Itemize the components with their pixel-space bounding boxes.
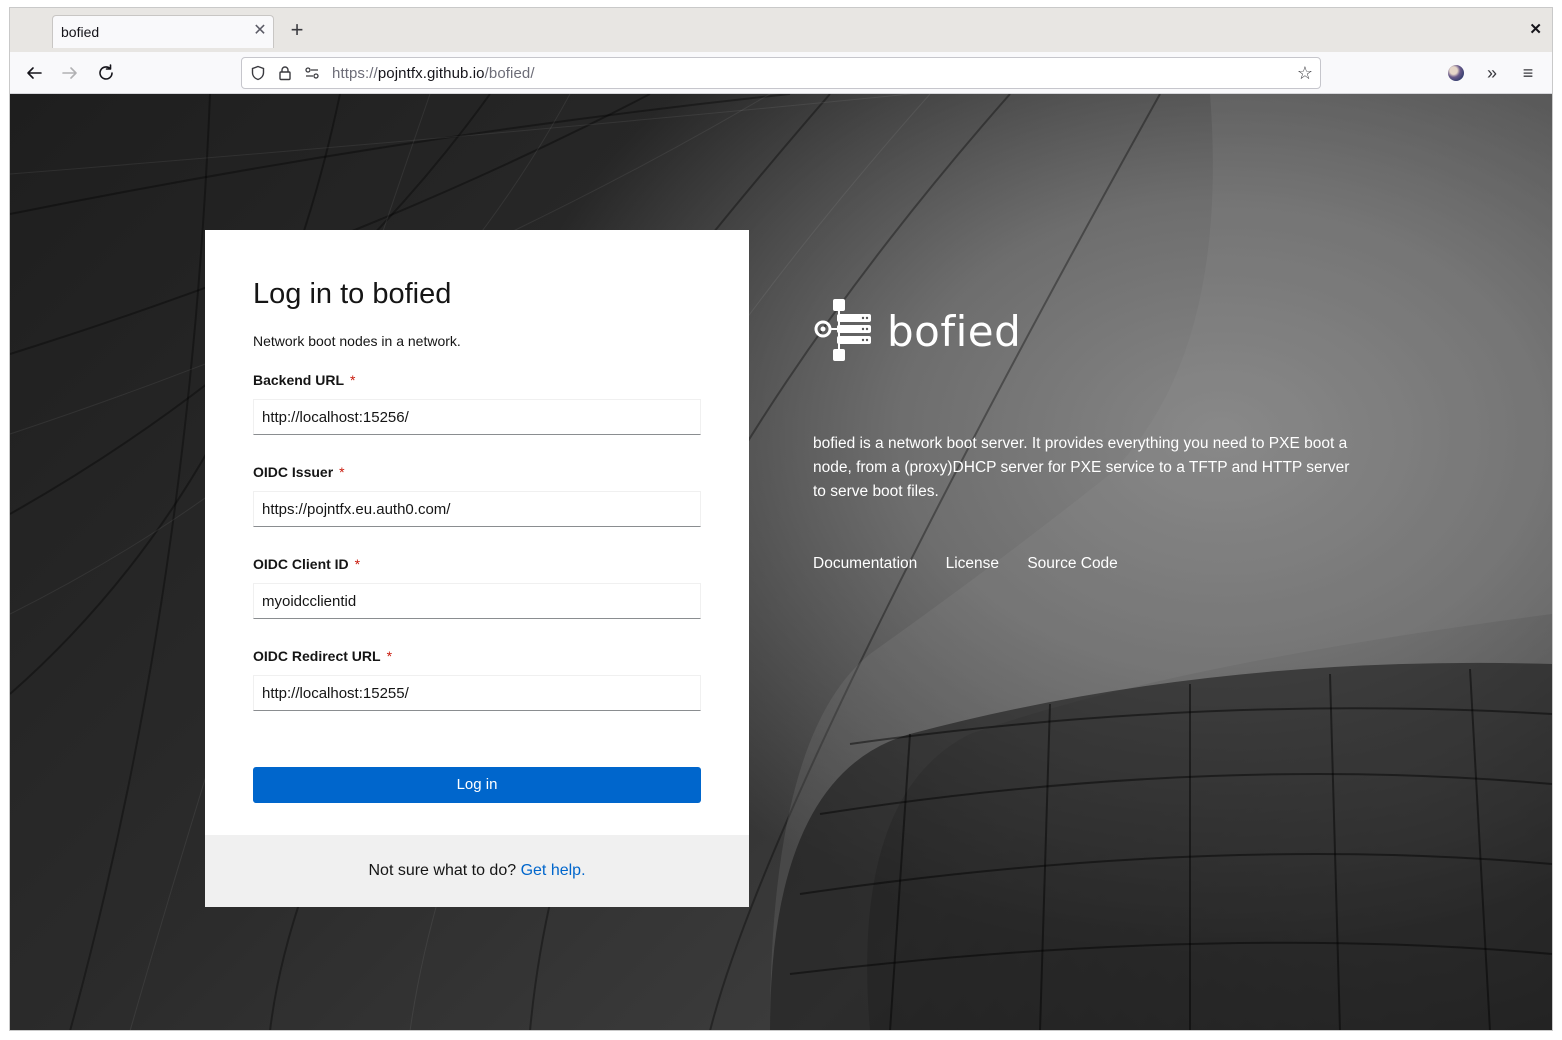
- account-avatar[interactable]: [1448, 65, 1464, 81]
- footer-links: Documentation License Source Code: [813, 555, 1142, 573]
- backend-url-label: Backend URL *: [253, 372, 355, 388]
- new-tab-icon[interactable]: +: [286, 19, 308, 41]
- url-text: https://pojntfx.github.io/bofied/: [332, 65, 535, 82]
- oidc-client-id-label-text: OIDC Client ID: [253, 556, 349, 572]
- backend-url-label-text: Backend URL: [253, 372, 345, 388]
- oidc-redirect-url-label: OIDC Redirect URL *: [253, 648, 392, 664]
- lock-icon[interactable]: [277, 65, 293, 81]
- oidc-redirect-url-label-text: OIDC Redirect URL: [253, 648, 381, 664]
- navigation-bar: https://pojntfx.github.io/bofied/ ☆ » ≡: [10, 52, 1552, 94]
- forward-arrow-icon[interactable]: [58, 61, 82, 85]
- url-scheme: https://: [332, 65, 378, 82]
- url-bar[interactable]: https://pojntfx.github.io/bofied/ ☆: [241, 57, 1321, 89]
- oidc-client-id-label: OIDC Client ID *: [253, 556, 360, 572]
- get-help-link[interactable]: Get help.: [521, 862, 586, 879]
- license-link[interactable]: License: [946, 555, 999, 572]
- login-button[interactable]: Log in: [253, 767, 701, 803]
- login-title: Log in to bofied: [253, 278, 452, 310]
- tab-bofied[interactable]: bofied ✕: [52, 15, 274, 48]
- hamburger-menu-icon[interactable]: ≡: [1516, 61, 1540, 85]
- bookmark-star-icon[interactable]: ☆: [1297, 63, 1313, 84]
- source-code-link[interactable]: Source Code: [1027, 555, 1117, 572]
- brand-logo: bofied: [813, 297, 1021, 370]
- oidc-issuer-label-text: OIDC Issuer: [253, 464, 334, 480]
- permissions-icon[interactable]: [304, 65, 320, 81]
- server-network-icon: [814, 299, 871, 361]
- login-card: Log in to bofied Network boot nodes in a…: [205, 230, 749, 907]
- oidc-issuer-label: OIDC Issuer *: [253, 464, 345, 480]
- login-page: Log in to bofied Network boot nodes in a…: [10, 94, 1552, 1030]
- required-marker: *: [354, 556, 361, 572]
- back-arrow-icon[interactable]: [22, 61, 46, 85]
- oidc-client-id-input[interactable]: myoidcclientid: [253, 583, 701, 619]
- brand-name: bofied: [887, 307, 1022, 356]
- help-text: Not sure what to do?: [368, 862, 517, 879]
- required-marker: *: [350, 372, 356, 388]
- brand-description: bofied is a network boot server. It prov…: [813, 435, 1350, 500]
- oidc-issuer-input[interactable]: https://pojntfx.eu.auth0.com/: [253, 491, 701, 527]
- shield-icon[interactable]: [250, 65, 266, 81]
- documentation-link[interactable]: Documentation: [813, 555, 917, 572]
- url-path: /bofied/: [484, 65, 535, 82]
- url-host: pojntfx.github.io: [377, 65, 485, 82]
- oidc-redirect-url-input[interactable]: http://localhost:15255/: [253, 675, 701, 711]
- tab-strip: bofied ✕ + ✕: [10, 8, 1552, 52]
- reload-icon[interactable]: [94, 61, 118, 85]
- tab-close-icon[interactable]: ✕: [251, 22, 269, 40]
- overflow-chevrons-icon[interactable]: »: [1480, 61, 1504, 85]
- browser-window: bofied ✕ + ✕ https://pojntfx.github.io/b…: [9, 7, 1553, 1031]
- help-footer: Not sure what to do? Get help.: [205, 835, 749, 907]
- tab-title: bofied: [61, 24, 100, 40]
- backend-url-input[interactable]: http://localhost:15256/: [253, 399, 701, 435]
- required-marker: *: [386, 648, 393, 664]
- login-subtitle: Network boot nodes in a network.: [253, 333, 461, 349]
- window-close-icon[interactable]: ✕: [1529, 20, 1542, 38]
- required-marker: *: [339, 464, 345, 480]
